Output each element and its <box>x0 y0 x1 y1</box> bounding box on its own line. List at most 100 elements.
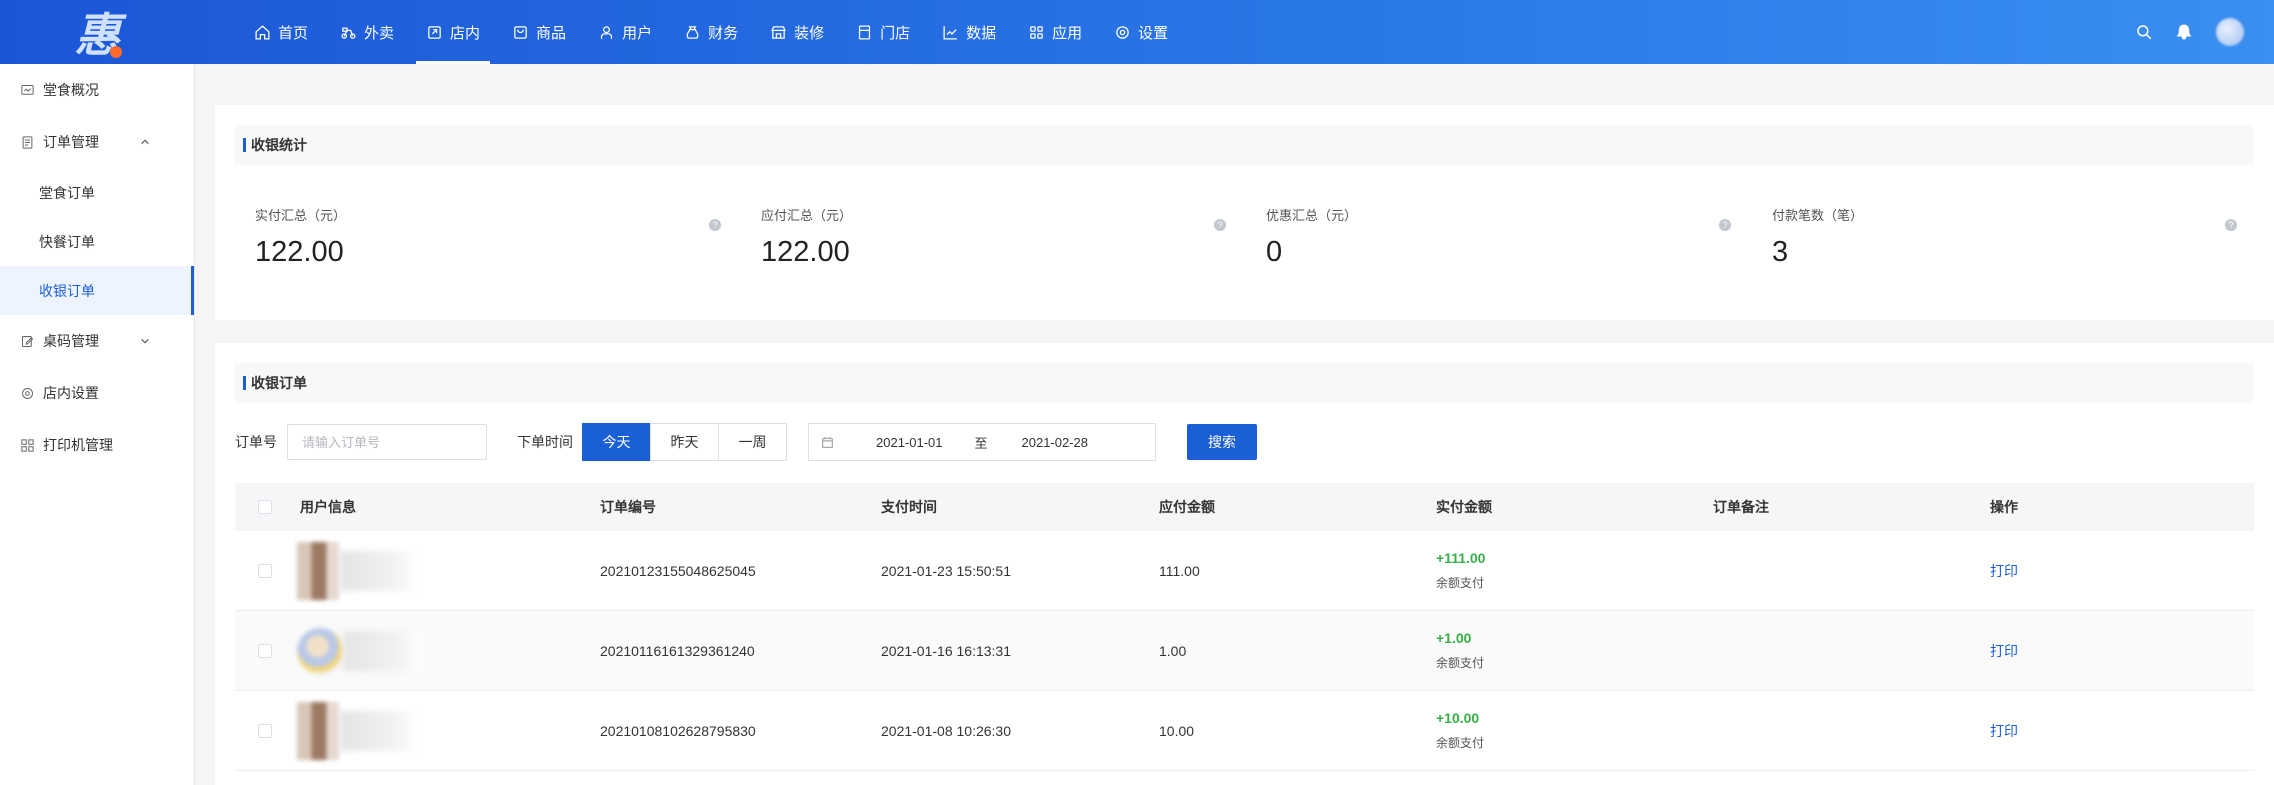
date-separator: 至 <box>974 435 988 451</box>
column-header: 订单备注 <box>1713 499 1769 515</box>
nav-stores[interactable]: 门店 <box>840 0 926 64</box>
select-all-checkbox[interactable] <box>258 500 272 514</box>
row-select-cell <box>235 723 295 738</box>
row-select-cell <box>235 643 295 658</box>
paid-amount-cell: +111.00 余额支付 <box>1436 550 1485 591</box>
nav-decor[interactable]: 装修 <box>754 0 840 64</box>
date-range-picker[interactable]: 2021-01-01 至 2021-02-28 <box>808 423 1156 461</box>
user-name-blurred <box>339 710 419 751</box>
search-button[interactable]: 搜索 <box>1187 424 1257 460</box>
pay-time: 2021-01-23 15:50:51 <box>881 562 1011 579</box>
nav-data[interactable]: 数据 <box>926 0 1012 64</box>
nav-finance[interactable]: 财务 <box>668 0 754 64</box>
help-icon[interactable]: ? <box>2225 219 2237 231</box>
logo[interactable]: 惠 <box>0 0 195 64</box>
filter-bar: 订单号 下单时间 今天 昨天 一周 2021-01-01 至 2021-02-2… <box>235 423 1257 461</box>
help-icon[interactable]: ? <box>1214 219 1226 231</box>
sidebar-item-label: 店内设置 <box>43 385 99 401</box>
column-header: 支付时间 <box>881 499 937 515</box>
paid-amount: +1.00 <box>1436 630 1472 646</box>
nav-home[interactable]: 首页 <box>238 0 324 64</box>
edit-icon <box>22 335 34 347</box>
sidebar-item-overview[interactable]: 堂食概况 <box>0 64 194 116</box>
segment-yesterday[interactable]: 昨天 <box>650 423 719 461</box>
column-header: 实付金额 <box>1436 499 1492 515</box>
user-avatar[interactable] <box>2216 18 2244 46</box>
stat-value: 122.00 <box>255 236 344 268</box>
time-segment: 今天 昨天 一周 <box>582 423 787 461</box>
sidebar-item-label: 堂食概况 <box>43 82 99 98</box>
row-select-cell <box>235 563 295 578</box>
nav-instore[interactable]: 店内 <box>410 0 496 64</box>
pay-method: 余额支付 <box>1436 576 1485 590</box>
user-name-blurred <box>339 550 419 591</box>
select-all-cell <box>235 500 295 514</box>
orders-card: 收银订单 订单号 下单时间 今天 昨天 一周 2021-01-01 至 2021… <box>215 343 2274 785</box>
paid-amount-cell: +1.00 余额支付 <box>1436 630 1484 671</box>
table-row: 20210108102628795830 2021-01-08 10:26:30… <box>235 691 2254 771</box>
main-nav: 首页 外卖 店内 商品 用户 财务 装修 门店 数据 应用 设置 <box>238 0 1184 64</box>
grid-icon <box>1030 25 1043 39</box>
stat-payable-total: 应付汇总（元） 122.00 <box>761 205 1266 269</box>
print-link[interactable]: 打印 <box>1990 641 2018 661</box>
orders-table: 用户信息 订单编号 支付时间 应付金额 实付金额 订单备注 操作 16 2021… <box>235 483 2254 771</box>
sidebar-item-orders[interactable]: 订单管理 <box>0 116 194 168</box>
order-no-label: 订单号 <box>235 434 277 450</box>
order-no-input[interactable] <box>287 424 487 460</box>
print-link[interactable]: 打印 <box>1990 561 2018 581</box>
top-header: 惠 首页 外卖 店内 商品 用户 财务 装修 门店 数据 应用 设置 <box>0 0 2274 64</box>
chart-icon <box>943 25 957 40</box>
nav-takeout[interactable]: 外卖 <box>324 0 410 64</box>
sidebar-item-printer[interactable]: 打印机管理 <box>0 419 194 471</box>
pay-method: 余额支付 <box>1436 656 1485 670</box>
row-checkbox[interactable] <box>258 723 272 738</box>
document-icon <box>22 135 33 149</box>
sidebar-sub-cashier-orders[interactable]: 收银订单 <box>0 266 194 315</box>
sidebar-sub-fastfood-orders[interactable]: 快餐订单 <box>0 217 194 266</box>
sidebar-sub-dinein-orders[interactable]: 堂食订单 <box>0 168 194 217</box>
chevron-down-icon <box>141 338 149 344</box>
row-checkbox[interactable] <box>258 643 272 658</box>
nav-settings[interactable]: 设置 <box>1098 0 1184 64</box>
calendar-icon <box>822 436 833 448</box>
segment-week[interactable]: 一周 <box>718 423 787 461</box>
payable-amount: 10.00 <box>1159 722 1195 739</box>
nav-label: 设置 <box>1138 24 1169 42</box>
stat-label: 实付汇总（元） <box>255 208 347 223</box>
paid-amount: +111.00 <box>1436 550 1486 566</box>
nav-users[interactable]: 用户 <box>582 0 668 64</box>
order-number: 20210108102628795830 <box>600 722 756 739</box>
nav-label: 财务 <box>708 24 739 42</box>
sidebar: 堂食概况 订单管理 堂食订单 快餐订单 收银订单 桌码管理 店内设置 打印机管理 <box>0 64 195 785</box>
pay-time: 2021-01-08 10:26:30 <box>881 722 1011 739</box>
stat-value: 122.00 <box>761 236 850 268</box>
time-label: 下单时间 <box>517 434 573 450</box>
nav-label: 用户 <box>622 24 653 42</box>
user-info <box>297 627 423 674</box>
stat-value: 3 <box>1772 236 1789 268</box>
sidebar-item-table-codes[interactable]: 桌码管理 <box>0 315 194 367</box>
nav-apps[interactable]: 应用 <box>1012 0 1098 64</box>
segment-today[interactable]: 今天 <box>582 423 651 461</box>
stat-label: 应付汇总（元） <box>761 208 853 223</box>
sidebar-item-label: 桌码管理 <box>43 333 99 349</box>
row-checkbox[interactable] <box>258 563 272 578</box>
bell-icon[interactable] <box>2174 22 2194 42</box>
help-icon[interactable]: ? <box>1719 219 1731 231</box>
nav-goods[interactable]: 商品 <box>496 0 582 64</box>
bag-icon <box>514 25 527 39</box>
apps-icon <box>21 438 34 452</box>
shop-icon <box>771 25 786 39</box>
paid-amount: +10.00 <box>1436 710 1480 726</box>
store-icon <box>428 25 441 39</box>
order-number: 20210116161329361240 <box>600 642 755 659</box>
table-header: 用户信息 订单编号 支付时间 应付金额 实付金额 订单备注 操作 <box>235 483 2254 531</box>
pay-method: 余额支付 <box>1436 736 1485 750</box>
order-number: 20210123155048625045 <box>600 562 756 579</box>
help-icon[interactable]: ? <box>709 219 721 231</box>
search-icon[interactable] <box>2134 22 2154 42</box>
nav-label: 门店 <box>880 24 911 42</box>
stats-card: 收银统计 实付汇总（元） 122.00 ? 应付汇总（元） 122.00 ? 优… <box>215 105 2274 320</box>
sidebar-item-store-settings[interactable]: 店内设置 <box>0 367 194 419</box>
print-link[interactable]: 打印 <box>1990 721 2018 741</box>
